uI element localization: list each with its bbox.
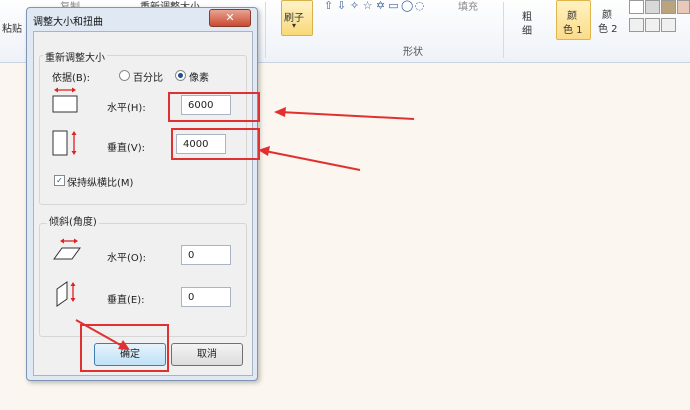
arrow-head-horizontal (274, 107, 286, 117)
arrow-to-horizontal (279, 111, 415, 120)
arrow-to-ok (75, 319, 125, 348)
arrow-to-vertical (264, 150, 361, 171)
annotation-arrows (75, 107, 415, 350)
arrow-head-vertical (258, 146, 270, 156)
